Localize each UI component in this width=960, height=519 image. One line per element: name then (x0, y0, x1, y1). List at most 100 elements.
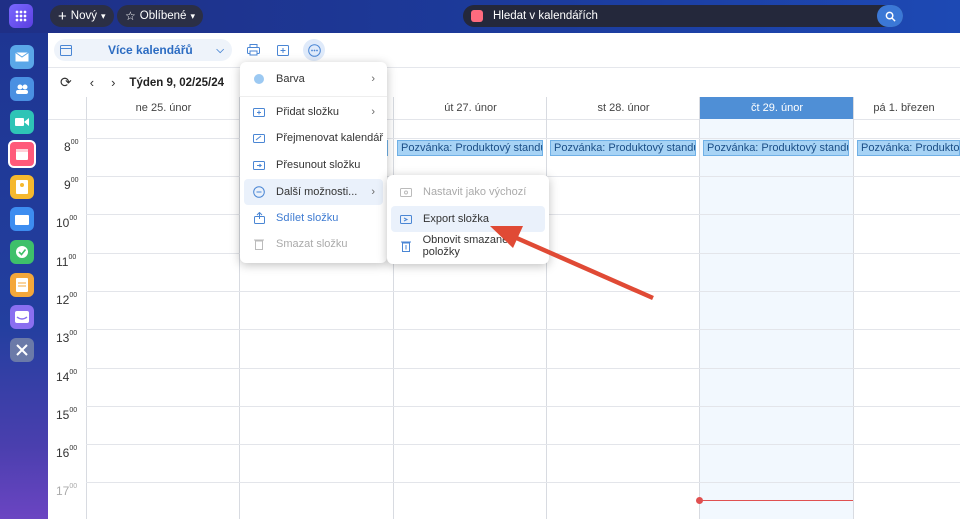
calendar-toolbar: Více kalendářů ⌵ (48, 33, 960, 67)
plus-icon: + (58, 7, 67, 25)
day-header: pá 1. březen (873, 102, 935, 114)
menu-item-color[interactable]: Barva › (244, 66, 383, 92)
hour-line (86, 329, 960, 330)
tools-icon[interactable] (10, 338, 34, 362)
calendar-icon[interactable] (8, 140, 36, 168)
search-input[interactable]: Hledat v kalendářích (463, 5, 903, 27)
chevron-right-icon: › (371, 186, 375, 198)
event-standup[interactable]: Pozvánka: Produktový standup - (857, 140, 960, 156)
week-nav: ⟳ ‹ › Týden 9, 02/25/24 (48, 67, 960, 97)
day-column[interactable]: út 27. únor (393, 97, 546, 519)
search-placeholder: Hledat v kalendářích (493, 10, 598, 22)
search-icon (885, 11, 896, 22)
address-book-icon[interactable] (10, 175, 34, 199)
hour-label: 1700 (56, 483, 78, 498)
hour-line (86, 368, 960, 369)
day-header: út 27. únor (444, 102, 497, 114)
top-bar: + Nový ▾ ☆ Oblíbené ▾ Hledat v kalendáří… (0, 0, 960, 33)
hour-label: 1200 (56, 292, 78, 307)
menu-item-move[interactable]: Přesunout složku (244, 152, 383, 178)
calendar-selector-label: Více kalendářů (108, 43, 193, 57)
submenu-item-export[interactable]: Export složka (391, 206, 545, 232)
chevron-down-icon: ▾ (100, 10, 106, 21)
apps-grid-icon (15, 10, 27, 22)
calendar-selector[interactable]: Více kalendářů ⌵ (54, 39, 232, 61)
hour-label: 800 (64, 139, 79, 154)
folder-default-icon (399, 185, 413, 199)
chevron-right-icon: › (371, 73, 375, 85)
refresh-icon[interactable]: ⟳ (60, 74, 72, 91)
hour-line (86, 406, 960, 407)
video-icon[interactable] (10, 110, 34, 134)
color-dot-icon (252, 72, 266, 86)
favorites-label: Oblíbené (139, 10, 187, 22)
day-header: st 28. únor (597, 102, 650, 114)
prev-week-button[interactable]: ‹ (90, 75, 94, 90)
day-header: ne 25. únor (135, 102, 192, 114)
inbox-icon[interactable] (10, 305, 34, 329)
menu-divider (240, 96, 387, 97)
day-column[interactable]: pá 1. březen (853, 97, 960, 519)
menu-item-more-options[interactable]: Další možnosti... › (244, 179, 383, 205)
notes-icon[interactable] (10, 273, 34, 297)
hour-line (86, 482, 960, 483)
chevron-down-icon: ▾ (190, 10, 195, 21)
hour-label: 900 (64, 177, 79, 192)
now-indicator-line (700, 500, 853, 501)
hour-label: 1600 (56, 445, 78, 460)
share-icon (252, 211, 266, 225)
hour-line (86, 291, 960, 292)
week-label: Týden 9, 02/25/24 (129, 76, 225, 89)
day-header-today: čt 29. únor (700, 97, 854, 119)
event-standup[interactable]: Pozvánka: Produktový standup - (550, 140, 696, 156)
day-column[interactable]: ne 25. únor (86, 97, 239, 519)
next-week-button[interactable]: › (111, 75, 115, 90)
folder-export-icon (399, 212, 413, 226)
hour-label: 1100 (56, 254, 77, 269)
folder-rename-icon (252, 131, 266, 145)
apps-grid-button[interactable] (9, 4, 33, 28)
hour-label: 1400 (56, 369, 78, 384)
menu-item-add-folder[interactable]: Přidat složku › (244, 99, 383, 125)
more-icon (307, 43, 321, 57)
app-rail (0, 33, 48, 519)
event-standup[interactable]: Pozvánka: Produktový standup - (397, 140, 543, 156)
hour-line (86, 138, 960, 139)
print-icon (246, 44, 260, 56)
menu-item-rename[interactable]: Přejmenovat kalendář (244, 125, 383, 151)
print-button[interactable] (242, 39, 264, 61)
hour-label: 1000 (56, 215, 78, 230)
event-standup[interactable]: Pozvánka: Produktový standup - (703, 140, 849, 156)
menu-item-share[interactable]: Sdílet složku (244, 205, 383, 231)
chevron-down-icon: ⌵ (216, 44, 224, 56)
new-label: Nový (70, 10, 97, 22)
day-column-today[interactable]: čt 29. únor (699, 97, 854, 519)
more-options-submenu: Nastavit jako výchozí Export složka Obno… (387, 175, 549, 264)
contacts-icon[interactable] (10, 77, 34, 101)
hour-label: 1500 (56, 407, 78, 422)
week-grid: ne 25. únor út 27. únor st 28. únor čt 2… (48, 97, 960, 519)
restore-icon (399, 239, 413, 253)
folder-context-menu: Barva › Přidat složku › Přejmenovat kale… (240, 62, 387, 263)
folder-add-icon (252, 105, 266, 119)
more-options-icon (252, 185, 266, 199)
day-column[interactable]: st 28. únor (546, 97, 699, 519)
submenu-item-set-default[interactable]: Nastavit jako výchozí (391, 179, 545, 205)
submenu-item-restore[interactable]: Obnovit smazané položky (391, 233, 545, 259)
new-button[interactable]: + Nový ▾ (50, 5, 114, 27)
import-button[interactable] (272, 39, 294, 61)
menu-item-delete[interactable]: Smazat složku (244, 231, 383, 257)
search-button[interactable] (877, 5, 903, 27)
calendar-app-icon (471, 10, 483, 22)
folder-move-icon (252, 158, 266, 172)
chevron-right-icon: › (371, 106, 375, 118)
tasks-icon[interactable] (10, 240, 34, 264)
drive-icon[interactable] (10, 207, 34, 231)
star-icon: ☆ (125, 9, 136, 23)
hour-line (86, 444, 960, 445)
hour-label: 1300 (56, 330, 78, 345)
more-button[interactable] (303, 39, 325, 61)
calendar-small-icon (60, 45, 72, 56)
mail-icon[interactable] (10, 45, 34, 69)
favorites-button[interactable]: ☆ Oblíbené ▾ (117, 5, 203, 27)
